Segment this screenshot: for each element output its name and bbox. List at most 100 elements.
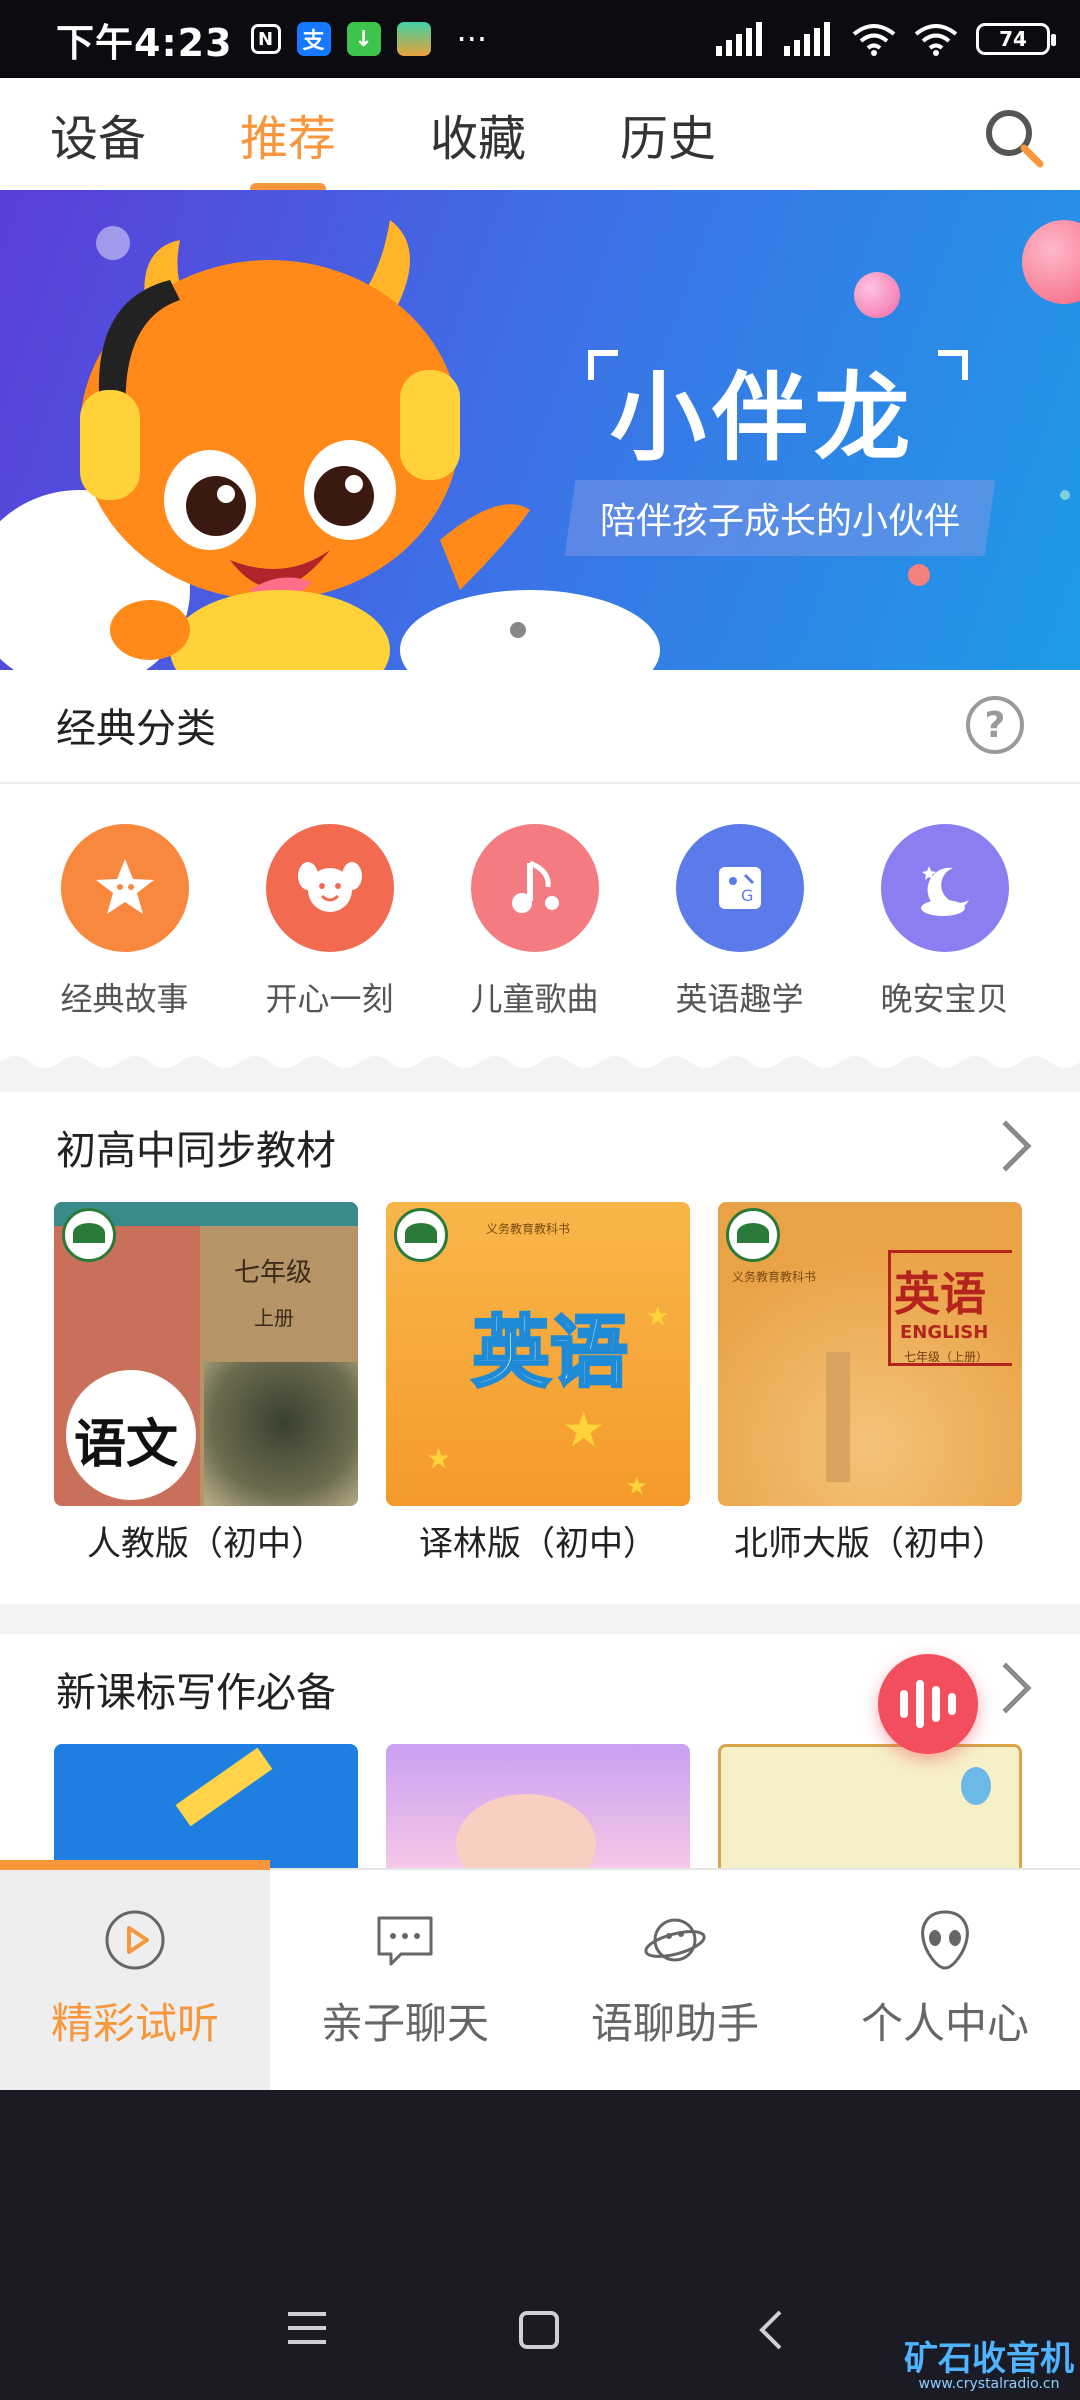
decor-bubble [854, 272, 900, 318]
tab-recommend[interactable]: 推荐 [240, 99, 336, 169]
book-cover: 义务教育教科书 英语 ★ ★ ★ ★ [386, 1202, 690, 1506]
chevron-right-icon[interactable] [980, 1120, 1032, 1172]
writing-book[interactable] [54, 1744, 358, 1868]
textbook-bnu[interactable]: 义务教育教科书 英语 ENGLISH 七年级（上册） 北师大版（初中） [718, 1202, 1022, 1565]
audio-bar [948, 1693, 956, 1715]
pager-dot-active[interactable] [510, 622, 526, 638]
cover-english: ENGLISH [900, 1322, 989, 1343]
section-gap [0, 1074, 1080, 1092]
status-time: 下午4:23 [56, 20, 233, 65]
publisher-seal-icon [726, 1208, 780, 1262]
wifi-icon-2 [914, 24, 958, 56]
star-icon: ★ [562, 1402, 606, 1458]
category-label: 晚安宝贝 [880, 980, 1009, 1018]
nav-label: 精彩试听 [50, 1999, 219, 2048]
section-title: 初高中同步教材 [56, 1128, 336, 1174]
publisher-seal-icon [62, 1208, 116, 1262]
nav-label: 语聊助手 [590, 1999, 759, 2048]
classic-section-header: 经典分类 ? [0, 670, 1080, 780]
signal-hd-icon [784, 22, 830, 56]
nav-voice-assistant[interactable]: 语聊助手 [540, 1870, 810, 2090]
audio-bar [932, 1686, 940, 1722]
tab-favorites[interactable]: 收藏 [430, 99, 526, 169]
banner-bracket-right [938, 350, 968, 380]
cover-subject: 英语 [470, 1307, 629, 1400]
decor-bubble [1022, 220, 1080, 304]
watermark-url: www.crystalradio.cn [918, 2376, 1060, 2393]
book-cover: 义务教育教科书 英语 ENGLISH 七年级（上册） [718, 1202, 1022, 1506]
star-icon: ★ [646, 1302, 670, 1332]
dragon-mascot [80, 220, 530, 670]
banner-subtitle-box: 陪伴孩子成长的小伙伴 [564, 480, 996, 556]
cover-volume: 上册 [254, 1306, 294, 1330]
audio-bar [916, 1680, 924, 1728]
category-funny-moments[interactable]: 开心一刻 [227, 824, 432, 1020]
textbook-section-header: 初高中同步教材 [0, 1092, 1080, 1202]
watermark-main: 矿石收音机 [904, 2338, 1074, 2379]
pencil-icon [175, 1747, 273, 1827]
balloon-icon [961, 1767, 991, 1805]
book-caption: 北师大版（初中） [734, 1524, 1006, 1564]
category-children-songs[interactable]: 儿童歌曲 [432, 824, 637, 1020]
tab-history[interactable]: 历史 [620, 99, 716, 169]
nfc-icon: N [250, 24, 281, 54]
star-icon: ★ [626, 1472, 648, 1500]
writing-book[interactable] [718, 1744, 1022, 1868]
planet-icon [644, 1918, 706, 1962]
publisher-seal-icon [394, 1208, 448, 1262]
decor-bubble [1060, 490, 1070, 500]
nav-trial-listen[interactable]: 精彩试听 [0, 1860, 270, 2090]
textbook-yilin[interactable]: 义务教育教科书 英语 ★ ★ ★ ★ 译林版（初中） [386, 1202, 690, 1565]
battery-indicator: 74 [976, 23, 1056, 55]
book-cover [386, 1744, 690, 1868]
nav-personal-center[interactable]: 个人中心 [810, 1870, 1080, 2090]
cover-grade: 七年级（上册） [904, 1350, 989, 1364]
cover-publisher: 义务教育教科书 [732, 1270, 817, 1284]
book-cover [718, 1744, 1022, 1868]
decor-bubble [908, 564, 930, 586]
search-icon[interactable] [982, 106, 1046, 170]
alien-face-icon [921, 1910, 969, 1970]
cover-subject: 英语 [894, 1267, 986, 1321]
category-classic-stories[interactable]: 经典故事 [22, 824, 227, 1020]
textbook-list: 七年级 上册 语文 人教版（初中） 义务教育教科书 英语 ★ ★ ★ ★ 译林版… [54, 1202, 1022, 1565]
home-icon[interactable] [518, 2310, 560, 2350]
pager-dot[interactable] [478, 622, 494, 638]
writing-book[interactable] [386, 1744, 690, 1868]
textbook-pep[interactable]: 七年级 上册 语文 人教版（初中） [54, 1202, 358, 1565]
audio-bar [900, 1690, 908, 1718]
cover-subject: 语文 [74, 1414, 179, 1475]
help-icon[interactable]: ? [966, 696, 1024, 754]
back-icon[interactable] [756, 2310, 786, 2350]
puzzle-icon: G [675, 824, 804, 952]
nav-label: 亲子聊天 [320, 1999, 489, 2048]
book-cover [54, 1744, 358, 1868]
pig-illustration [456, 1794, 596, 1868]
wifi-icon [852, 24, 896, 56]
section-title: 新课标写作必备 [56, 1670, 336, 1716]
category-list: 经典故事 开心一刻 儿童歌曲 G 英语趣学 晚安宝贝 [0, 824, 1080, 1020]
banner-subtitle: 陪伴孩子成长的小伙伴 [599, 501, 960, 542]
menu-icon[interactable] [286, 2310, 328, 2346]
tab-devices[interactable]: 设备 [50, 99, 146, 169]
star-storybook-icon [60, 824, 189, 952]
category-fun-english[interactable]: G 英语趣学 [637, 824, 842, 1020]
app-icon [396, 22, 431, 56]
status-app-icons: N 支 ↓ ··· [250, 20, 487, 58]
signal-icon [716, 22, 762, 56]
watermark: 矿石收音机 www.crystalradio.cn [904, 2338, 1074, 2393]
pager-dot[interactable] [542, 622, 558, 638]
promo-banner[interactable]: 小伴龙 陪伴孩子成长的小伙伴 [0, 190, 1080, 670]
book-cover: 七年级 上册 语文 [54, 1202, 358, 1506]
category-label: 儿童歌曲 [470, 980, 599, 1018]
alipay-icon: 支 [296, 22, 331, 56]
category-goodnight-baby[interactable]: 晚安宝贝 [842, 824, 1047, 1020]
divider [0, 782, 1080, 784]
nav-label: 个人中心 [860, 1999, 1029, 2048]
chat-bubble-icon [377, 1916, 433, 1966]
nav-parent-chat[interactable]: 亲子聊天 [270, 1870, 540, 2090]
banner-title: 小伴龙 [610, 361, 916, 474]
audio-player-button[interactable] [878, 1654, 978, 1754]
category-label: 英语趣学 [675, 980, 804, 1018]
chevron-right-icon[interactable] [980, 1662, 1032, 1714]
